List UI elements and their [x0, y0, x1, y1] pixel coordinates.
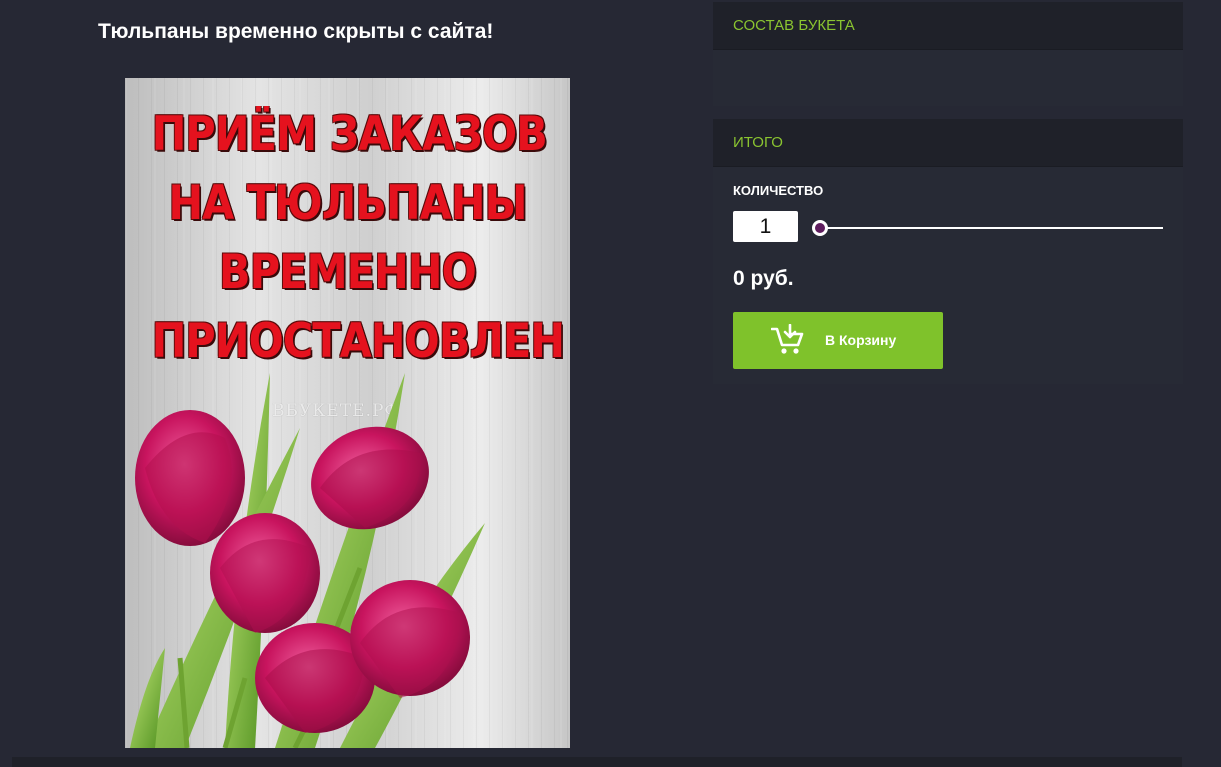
total-price: 0 руб. — [733, 267, 794, 290]
bouquet-composition-panel: СОСТАВ БУКЕТА — [713, 2, 1183, 106]
quantity-input[interactable] — [733, 211, 798, 242]
total-panel: ИТОГО КОЛИЧЕСТВО 0 руб. В Корзину — [713, 119, 1183, 384]
poster-line: ПРИЁМ ЗАКАЗОВ — [151, 107, 548, 162]
poster-text: ПРИЁМ ЗАКАЗОВ НА ТЮЛЬПАНЫ ВРЕМЕННО ПРИОС… — [125, 100, 570, 376]
quantity-slider-thumb[interactable] — [812, 220, 828, 236]
total-header: ИТОГО — [713, 119, 1183, 167]
footer-edge — [12, 757, 1182, 767]
bouquet-composition-header: СОСТАВ БУКЕТА — [713, 2, 1183, 50]
add-to-cart-button[interactable]: В Корзину — [733, 312, 943, 369]
add-to-cart-label: В Корзину — [825, 332, 897, 348]
quantity-label: КОЛИЧЕСТВО — [733, 183, 824, 198]
poster-line: НА ТЮЛЬПАНЫ — [168, 176, 527, 231]
page-title: Тюльпаны временно скрыты с сайта! — [98, 20, 494, 43]
poster-line: ВРЕМЕННО — [219, 245, 477, 300]
quantity-slider-track[interactable] — [820, 227, 1163, 229]
cart-add-icon — [771, 324, 804, 354]
tulips-illustration — [130, 373, 485, 748]
product-image: ПРИЁМ ЗАКАЗОВ НА ТЮЛЬПАНЫ ВРЕМЕННО ПРИОС… — [125, 78, 570, 748]
